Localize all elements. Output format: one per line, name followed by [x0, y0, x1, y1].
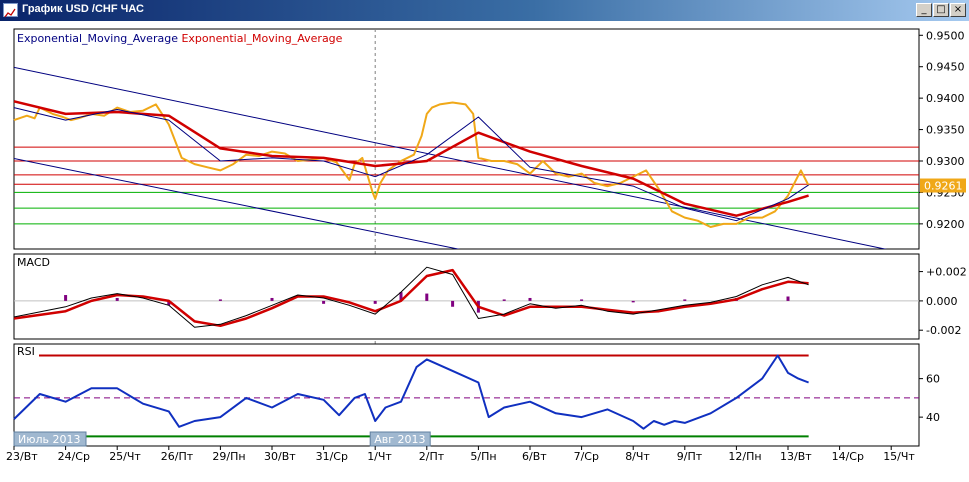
close-button[interactable]: × — [950, 3, 966, 17]
chart-window-icon — [3, 3, 18, 18]
price-ytick-label: 0.9500 — [926, 29, 965, 42]
rsi-ytick-label: 60 — [926, 373, 940, 386]
x-tick-label: 30/Вт — [264, 450, 296, 463]
price-ytick-label: 0.9400 — [926, 92, 965, 105]
macd-ytick-label: -0.002 — [926, 324, 961, 337]
macd-ytick-label: 0.000 — [926, 295, 958, 308]
title-bar: График USD /CHF ЧАС _ □ × — [0, 0, 969, 21]
maximize-button[interactable]: □ — [933, 3, 949, 17]
x-tick-label: 1/Чт — [367, 450, 392, 463]
price-ytick-label: 0.9450 — [926, 61, 965, 74]
x-tick-label: 26/Пт — [161, 450, 194, 463]
x-tick-label: 25/Чт — [109, 450, 141, 463]
x-tick-label: 13/Вт — [780, 450, 812, 463]
indicator-legend: Exponential_Moving_Average Exponential_M… — [17, 32, 343, 45]
rsi-title: RSI — [17, 345, 35, 358]
macd-title: MACD — [17, 256, 50, 269]
price-ytick-label: 0.9200 — [926, 218, 965, 231]
x-tick-label: 31/Ср — [316, 450, 348, 463]
x-tick-label: 23/Вт — [6, 450, 38, 463]
x-tick-label: 6/Вт — [522, 450, 547, 463]
price-ytick-label: 0.9350 — [926, 124, 965, 137]
legend-ema-fast: Exponential_Moving_Average — [17, 32, 181, 45]
rsi-ytick-label: 40 — [926, 411, 940, 424]
x-tick-label: 5/Пн — [470, 450, 496, 463]
x-tick-label: 7/Ср — [574, 450, 599, 463]
period-label: Авг 2013 — [374, 433, 425, 446]
chart-canvas[interactable]: Exponential_Moving_Average Exponential_M… — [0, 21, 969, 482]
period-label: Июль 2013 — [18, 433, 81, 446]
current-price-label: 0.9261 — [924, 180, 963, 193]
x-tick-label: 2/Пт — [419, 450, 445, 463]
x-tick-label: 14/Ср — [832, 450, 864, 463]
x-tick-label: 9/Пт — [677, 450, 703, 463]
price-ytick-label: 0.9300 — [926, 155, 965, 168]
x-tick-label: 29/Пн — [212, 450, 245, 463]
x-tick-label: 8/Чт — [625, 450, 650, 463]
x-tick-label: 24/Ср — [58, 450, 90, 463]
x-tick-label: 15/Чт — [883, 450, 915, 463]
minimize-button[interactable]: _ — [916, 3, 932, 17]
window-title: График USD /CHF ЧАС — [22, 3, 144, 15]
chart-area[interactable]: Exponential_Moving_Average Exponential_M… — [0, 21, 969, 482]
x-tick-label: 12/Пн — [728, 450, 761, 463]
macd-ytick-label: +0.002 — [926, 266, 967, 279]
rsi-panel — [13, 343, 920, 447]
legend-ema-slow: Exponential_Moving_Average — [181, 32, 342, 45]
